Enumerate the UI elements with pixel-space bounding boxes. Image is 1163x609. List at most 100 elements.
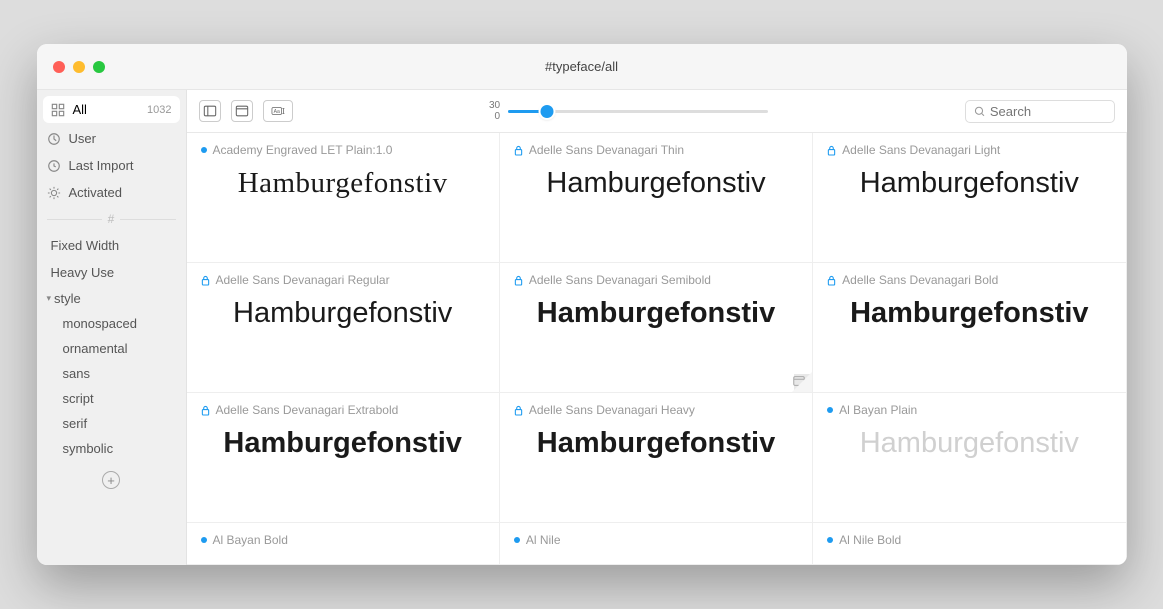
sidebar: All 1032 User Last Import Activated # Fi… (37, 90, 187, 565)
slider-thumb[interactable] (541, 105, 554, 118)
font-preview: Hamburgefonstiv (514, 427, 798, 460)
sidebar-item-script[interactable]: script (37, 386, 186, 411)
status-dot-icon (201, 537, 207, 543)
lock-icon (201, 405, 210, 416)
clock-icon (47, 159, 61, 173)
font-cell[interactable]: Adelle Sans Devanagari Semibold Hamburgef… (500, 263, 813, 393)
sidebar-item-all[interactable]: All 1032 (43, 96, 180, 123)
toggle-sidebar-button[interactable] (199, 100, 221, 122)
sidebar-group-style[interactable]: ▾ style (37, 286, 186, 311)
font-cell[interactable]: Al Nile (500, 523, 813, 565)
lock-icon (514, 145, 523, 156)
font-cell-header: Academy Engraved LET Plain:1.0 (201, 143, 485, 157)
sidebar-item-serif[interactable]: serif (37, 411, 186, 436)
sidebar-item-label: Fixed Width (51, 238, 120, 253)
font-name: Adelle Sans Devanagari Extrabold (216, 403, 399, 417)
font-cell[interactable]: Academy Engraved LET Plain:1.0 Hamburgefo… (187, 133, 500, 263)
font-cell[interactable]: Adelle Sans Devanagari Heavy Hamburgefons… (500, 393, 813, 523)
sidebar-item-heavy-use[interactable]: Heavy Use (37, 259, 186, 286)
lock-icon (514, 405, 523, 416)
font-name: Al Bayan Bold (213, 533, 288, 547)
search-input[interactable] (990, 104, 1106, 119)
font-cell[interactable]: Adelle Sans Devanagari Thin Hamburgefonst… (500, 133, 813, 263)
font-preview: Hamburgefonstiv (827, 427, 1111, 460)
status-dot-icon (827, 537, 833, 543)
user-icon (47, 132, 61, 146)
font-preview: Hamburgefonstiv (827, 297, 1111, 330)
close-button[interactable] (53, 61, 65, 73)
sidebar-item-monospaced[interactable]: monospaced (37, 311, 186, 336)
font-cell[interactable]: Adelle Sans Devanagari Regular Hamburgefo… (187, 263, 500, 393)
toolbar: Aa 30 0 (187, 90, 1127, 133)
font-preview: Hamburgefonstiv (827, 167, 1111, 200)
titlebar: #typeface/all (37, 44, 1127, 90)
font-cell-header: Al Nile Bold (827, 533, 1111, 547)
sidebar-item-user[interactable]: User (37, 125, 186, 152)
sidebar-item-activated[interactable]: Activated (37, 179, 186, 206)
preview-text-button[interactable]: Aa (263, 100, 293, 122)
svg-text:Aa: Aa (273, 109, 279, 115)
tag-separator: # (47, 212, 176, 226)
font-name: Academy Engraved LET Plain:1.0 (213, 143, 393, 157)
font-name: Adelle Sans Devanagari Semibold (529, 273, 711, 287)
font-cell-header: Al Bayan Bold (201, 533, 485, 547)
font-preview: Hamburgefonstiv (201, 297, 485, 330)
sidebar-item-label: Activated (69, 185, 122, 200)
font-name: Adelle Sans Devanagari Bold (842, 273, 998, 287)
font-cell[interactable]: Al Bayan Plain Hamburgefonstiv (813, 393, 1126, 523)
app-window: #typeface/all All 1032 User Last Import … (37, 44, 1127, 565)
sidebar-item-ornamental[interactable]: ornamental (37, 336, 186, 361)
sidebar-item-fixed-width[interactable]: Fixed Width (37, 232, 186, 259)
sidebar-item-sans[interactable]: sans (37, 361, 186, 386)
slider-value-top: 30 (489, 100, 500, 111)
font-cell-header: Al Bayan Plain (827, 403, 1111, 417)
status-dot-icon (514, 537, 520, 543)
font-name: Al Nile Bold (839, 533, 901, 547)
font-cell-header: Adelle Sans Devanagari Bold (827, 273, 1111, 287)
sidebar-item-symbolic[interactable]: symbolic (37, 436, 186, 461)
minimize-button[interactable] (73, 61, 85, 73)
font-cell[interactable]: Adelle Sans Devanagari Bold Hamburgefonst… (813, 263, 1126, 393)
grid-icon (51, 103, 65, 117)
font-grid: Academy Engraved LET Plain:1.0 Hamburgefo… (187, 133, 1127, 565)
font-name: Al Nile (526, 533, 561, 547)
status-dot-icon (827, 407, 833, 413)
sidebar-item-label: Heavy Use (51, 265, 115, 280)
font-cell-header: Adelle Sans Devanagari Heavy (514, 403, 798, 417)
font-cell-header: Al Nile (514, 533, 798, 547)
font-cell-header: Adelle Sans Devanagari Regular (201, 273, 485, 287)
font-cell[interactable]: Adelle Sans Devanagari Extrabold Hamburge… (187, 393, 500, 523)
window-title: #typeface/all (545, 59, 618, 74)
font-cell[interactable]: Adelle Sans Devanagari Light Hamburgefons… (813, 133, 1126, 263)
font-cell-header: Adelle Sans Devanagari Semibold (514, 273, 798, 287)
font-cell-header: Adelle Sans Devanagari Light (827, 143, 1111, 157)
lock-icon (827, 145, 836, 156)
font-preview: Hamburgefonstiv (201, 167, 485, 200)
status-dot-icon (201, 147, 207, 153)
lock-icon (827, 275, 836, 286)
card-icon[interactable] (792, 374, 806, 388)
main-area: Aa 30 0 Academy Engrave (187, 90, 1127, 565)
font-preview: Hamburgefonstiv (514, 167, 798, 200)
sun-icon (47, 186, 61, 200)
lock-icon (514, 275, 523, 286)
font-cell-header: Adelle Sans Devanagari Extrabold (201, 403, 485, 417)
font-name: Adelle Sans Devanagari Heavy (529, 403, 695, 417)
sidebar-item-last-import[interactable]: Last Import (37, 152, 186, 179)
view-cards-button[interactable] (231, 100, 253, 122)
sidebar-item-label: Last Import (69, 158, 134, 173)
add-tag-button[interactable]: + (37, 461, 186, 499)
slider-labels: 30 0 (489, 100, 500, 122)
search-icon (974, 105, 985, 118)
font-cell[interactable]: Al Nile Bold (813, 523, 1126, 565)
size-slider[interactable] (508, 110, 768, 113)
sidebar-item-count: 1032 (147, 104, 171, 116)
font-preview: Hamburgefonstiv (514, 297, 798, 330)
lock-icon (201, 275, 210, 286)
sidebar-item-label: All (73, 102, 87, 117)
font-cell[interactable]: Al Bayan Bold (187, 523, 500, 565)
font-preview: Hamburgefonstiv (201, 427, 485, 460)
zoom-button[interactable] (93, 61, 105, 73)
search-box[interactable] (965, 100, 1115, 123)
font-name: Adelle Sans Devanagari Thin (529, 143, 684, 157)
